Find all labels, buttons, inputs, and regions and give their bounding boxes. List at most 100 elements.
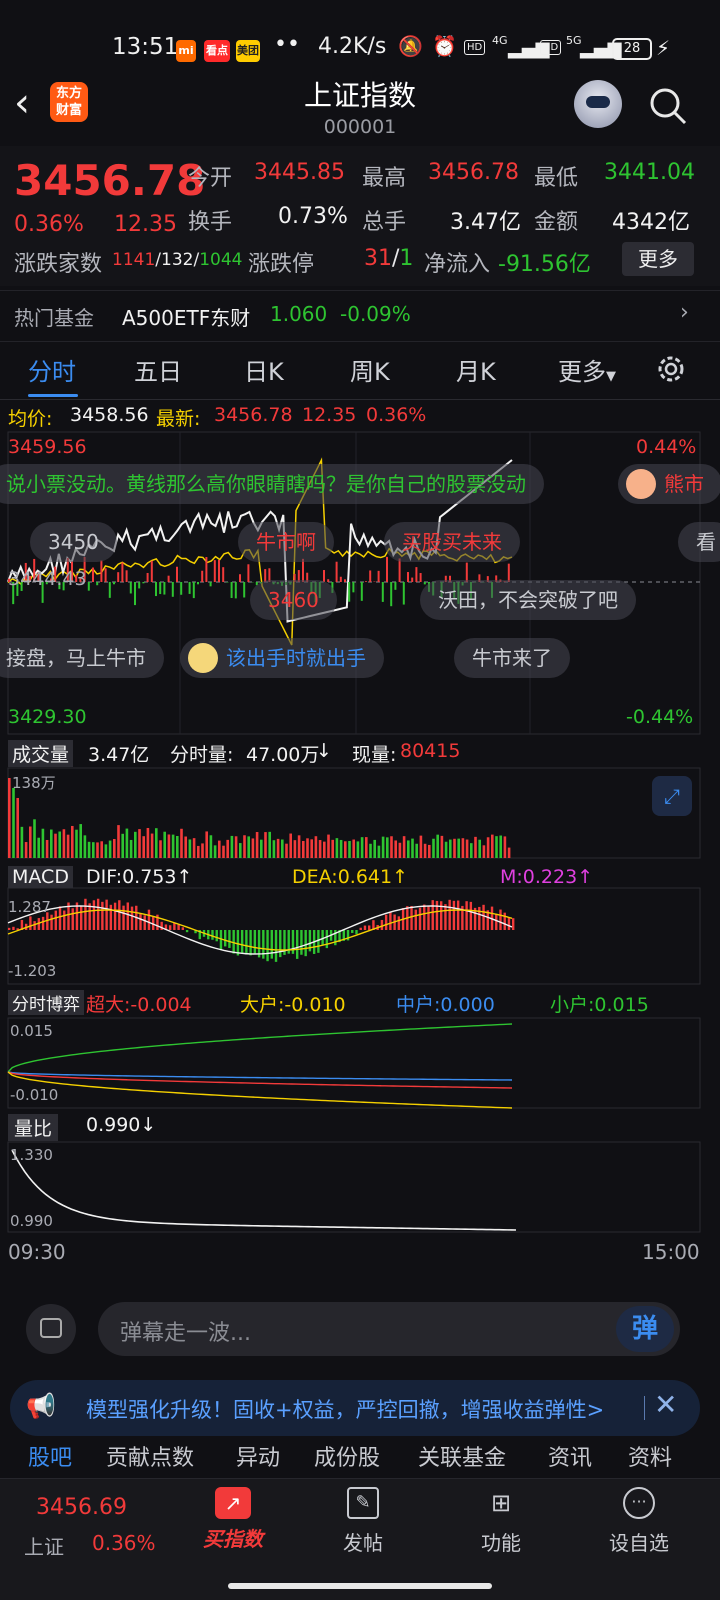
- danmu-bubble: 牛市啊: [238, 522, 334, 562]
- volume-bar: [470, 843, 473, 858]
- close-icon[interactable]: ✕: [654, 1388, 677, 1421]
- macd-bar: [8, 927, 11, 930]
- low-value: 3441.04: [604, 160, 695, 185]
- latest-value: 3456.78: [214, 404, 293, 426]
- nav-buy-index[interactable]: ↗ 买指数: [188, 1479, 278, 1552]
- tab-intraday[interactable]: 分时: [28, 352, 76, 387]
- flow-bar: [407, 572, 409, 582]
- danmu-bubble: 看: [678, 522, 720, 562]
- flow-bar: [230, 582, 233, 599]
- more-button[interactable]: 更多: [622, 242, 694, 276]
- search-icon[interactable]: [648, 86, 688, 126]
- volume-scale: 138万: [12, 774, 56, 792]
- latest-pct: 0.36%: [366, 404, 427, 426]
- tab-weekly-k[interactable]: 周K: [350, 352, 390, 387]
- macd-bar: [465, 901, 468, 930]
- ratio-indicator-label[interactable]: 量比: [8, 1114, 59, 1141]
- danmu-bubble: 买股买未来: [384, 522, 520, 562]
- volume-bar: [96, 842, 99, 858]
- volume-bar: [507, 847, 511, 858]
- danmu-input[interactable]: 弹幕走一波... 弹: [98, 1302, 680, 1356]
- volume-bar: [54, 833, 57, 858]
- panel-frame: [7, 1017, 701, 1109]
- macd-bar: [63, 910, 66, 930]
- tab-monthly-k[interactable]: 月K: [456, 352, 496, 387]
- danmu-settings-icon[interactable]: [26, 1304, 76, 1354]
- avatar: [188, 643, 218, 673]
- nav-add-watchlist[interactable]: ··· 设自选: [594, 1479, 684, 1556]
- flow-indicator-label[interactable]: 分时博弈: [8, 990, 84, 1015]
- robot-assistant-icon[interactable]: [574, 80, 622, 128]
- flow-bar: [104, 568, 107, 582]
- flow-small: 小户:0.015: [550, 994, 649, 1016]
- macd-indicator-label[interactable]: MACD: [8, 866, 73, 888]
- tab-contribution[interactable]: 贡献点数: [106, 1440, 194, 1472]
- tab-constituents[interactable]: 成份股: [314, 1440, 380, 1472]
- trend-icon: ↗: [215, 1487, 251, 1519]
- volume-bar: [243, 835, 246, 858]
- flow-bar: [192, 582, 195, 599]
- volume-bar: [222, 845, 225, 858]
- volume-bar: [369, 843, 372, 858]
- macd-bar: [126, 902, 129, 930]
- tab-news[interactable]: 资讯: [548, 1440, 592, 1472]
- volume-bar: [251, 838, 255, 858]
- macd-bar: [300, 930, 303, 955]
- volume-bar: [503, 836, 507, 858]
- send-danmu-button[interactable]: 弹: [616, 1306, 674, 1352]
- volume-bar: [155, 828, 158, 858]
- intraday-chart[interactable]: 均价: 3458.56 最新: 3456.78 12.35 0.36% 3459…: [0, 400, 720, 1280]
- macd-bar: [495, 913, 498, 930]
- tab-related-funds[interactable]: 关联基金: [418, 1440, 506, 1472]
- tab-more[interactable]: 更多▼: [558, 352, 616, 387]
- volume-bar: [348, 840, 351, 858]
- nav-functions[interactable]: ⊞ 功能: [456, 1479, 546, 1556]
- expand-icon[interactable]: ⤢: [652, 776, 692, 816]
- flow-bar: [239, 574, 241, 582]
- macd-bar: [12, 926, 15, 930]
- tab-movement[interactable]: 异动: [236, 1440, 280, 1472]
- nav-post[interactable]: ✎ 发帖: [318, 1479, 408, 1556]
- tab-profile[interactable]: 资料: [628, 1440, 672, 1472]
- macd-bar: [469, 901, 473, 930]
- current-price: 3456.78: [14, 156, 206, 205]
- macd-m: M:0.223↑: [500, 866, 594, 888]
- macd-bar: [181, 927, 185, 930]
- volume-bar: [230, 835, 234, 858]
- settings-gear-icon[interactable]: [654, 352, 688, 386]
- tab-daily-k[interactable]: 日K: [244, 352, 284, 387]
- dropdown-icon: ▼: [606, 369, 616, 384]
- inflow-label: 净流入: [424, 252, 491, 277]
- flow-bar: [344, 579, 346, 582]
- macd-bar: [435, 900, 439, 930]
- tab-guba[interactable]: 股吧: [28, 1440, 72, 1472]
- macd-bar: [236, 930, 240, 956]
- flow-bar: [188, 582, 191, 594]
- macd-bar: [380, 919, 384, 930]
- volume-bar: [465, 839, 469, 858]
- macd-bar: [456, 900, 460, 930]
- volume-bar: [352, 839, 355, 858]
- small-line: [7, 1023, 513, 1073]
- flow-bar: [360, 582, 363, 601]
- macd-bar: [143, 915, 146, 930]
- current-volume-label: 现量:: [352, 744, 397, 766]
- tab-five-day[interactable]: 五日: [134, 352, 182, 387]
- flow-bar: [142, 582, 145, 584]
- macd-bar: [478, 906, 481, 930]
- volume-bar: [125, 828, 129, 858]
- hot-fund-row[interactable]: 热门基金 A500ETF东财 1.060 -0.09% ›: [0, 290, 720, 342]
- danmu-bubble: 接盘，马上牛市: [0, 638, 164, 678]
- promo-banner[interactable]: 📢 模型强化升级！固收+权益，严控回撤，增强收益弹性> ✕: [10, 1380, 700, 1436]
- nav-index-price: 3456.69: [36, 1495, 127, 1520]
- flow-bar: [419, 573, 422, 582]
- volume-label: 总手: [362, 210, 407, 235]
- header: ‹ 东方 财富 上证指数 000001: [0, 70, 720, 146]
- macd-bar: [355, 930, 358, 935]
- volume-indicator-label[interactable]: 成交量: [8, 740, 74, 767]
- avg-value: 3458.56: [70, 404, 149, 426]
- avg-label: 均价:: [8, 408, 53, 430]
- home-indicator: [228, 1583, 492, 1589]
- high-value: 3456.78: [428, 160, 519, 185]
- flow-bar: [390, 582, 393, 607]
